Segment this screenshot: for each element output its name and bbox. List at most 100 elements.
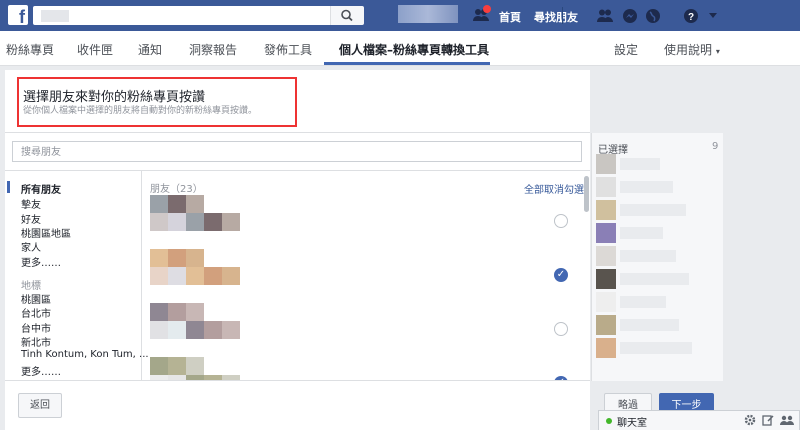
help-label: 使用說明 bbox=[664, 43, 713, 57]
online-status-dot bbox=[606, 418, 612, 424]
friend-avatar-blurred bbox=[222, 267, 240, 285]
category-place[interactable]: 新北市 bbox=[21, 334, 51, 349]
category-more[interactable]: 更多…… bbox=[21, 254, 61, 269]
svg-text:?: ? bbox=[688, 12, 694, 23]
selected-friend-avatar bbox=[596, 269, 616, 289]
tab-notifications[interactable]: 通知 bbox=[138, 41, 162, 58]
checkbox[interactable] bbox=[554, 322, 568, 336]
tab-inbox[interactable]: 收件匣 bbox=[77, 41, 113, 58]
gear-icon[interactable] bbox=[744, 414, 756, 429]
friend-avatar-blurred bbox=[168, 321, 186, 339]
friend-avatar-blurred bbox=[204, 321, 222, 339]
selected-friend-name-blurred bbox=[620, 273, 689, 285]
nav-home[interactable]: 首頁 bbox=[499, 9, 521, 25]
selected-friend-name-blurred bbox=[620, 342, 692, 354]
category-place[interactable]: 台中市 bbox=[21, 320, 51, 335]
friend-avatar-blurred bbox=[186, 321, 204, 339]
globe-icon[interactable] bbox=[645, 8, 661, 27]
friends-icon[interactable] bbox=[596, 8, 614, 26]
checkbox[interactable] bbox=[554, 214, 568, 228]
friend-avatar-blurred bbox=[168, 249, 186, 267]
category-all-friends[interactable]: 所有朋友 bbox=[21, 181, 61, 196]
tab-settings[interactable]: 設定 bbox=[614, 41, 638, 58]
friend-avatar-blurred bbox=[186, 267, 204, 285]
compose-icon[interactable] bbox=[762, 414, 774, 429]
active-tab-indicator bbox=[324, 62, 490, 65]
friend-avatar-blurred bbox=[168, 267, 186, 285]
friend-avatar-blurred bbox=[186, 195, 204, 213]
category-more[interactable]: 更多…… bbox=[21, 363, 61, 378]
notification-badge bbox=[483, 5, 491, 13]
selected-friend-name-blurred bbox=[620, 181, 673, 193]
selected-count: 9 bbox=[712, 141, 719, 152]
tab-page[interactable]: 粉絲專頁 bbox=[6, 41, 54, 58]
tab-help[interactable]: 使用說明 ▾ bbox=[664, 41, 720, 58]
category-good-friends[interactable]: 好友 bbox=[21, 211, 41, 226]
selected-friend-name-blurred bbox=[620, 158, 660, 170]
friend-avatar-blurred bbox=[186, 303, 204, 321]
tab-profile-to-page-migration[interactable]: 個人檔案–粉絲專頁轉換工具 bbox=[339, 41, 489, 58]
selected-friend-avatar bbox=[596, 292, 616, 312]
friend-avatar-blurred bbox=[186, 249, 204, 267]
nav-find-friends[interactable]: 尋找朋友 bbox=[534, 9, 578, 25]
tab-insights[interactable]: 洞察報告 bbox=[189, 41, 237, 58]
friend-avatar-blurred bbox=[168, 195, 186, 213]
friend-row[interactable]: ✓ bbox=[150, 357, 580, 380]
unselect-all-link[interactable]: 全部取消勾選 bbox=[524, 181, 584, 196]
divider bbox=[5, 170, 590, 171]
friend-avatar-blurred bbox=[168, 303, 186, 321]
group-chat-icon[interactable] bbox=[780, 414, 794, 429]
caret-down-icon[interactable] bbox=[708, 10, 718, 23]
search-query-blurred bbox=[41, 10, 69, 22]
active-category-indicator bbox=[7, 181, 10, 193]
chevron-down-icon: ▾ bbox=[715, 47, 720, 56]
friend-avatar-blurred bbox=[168, 213, 186, 231]
friend-avatar-blurred bbox=[222, 213, 240, 231]
friend-avatar-blurred bbox=[150, 357, 168, 375]
search-button[interactable] bbox=[330, 6, 364, 25]
selected-friend-name-blurred bbox=[620, 296, 666, 308]
tab-publishing-tools[interactable]: 發佈工具 bbox=[264, 41, 312, 58]
messenger-icon[interactable] bbox=[622, 8, 638, 27]
divider bbox=[5, 132, 590, 133]
selected-friend-avatar bbox=[596, 246, 616, 266]
search-icon bbox=[341, 9, 353, 22]
checkmark-icon[interactable]: ✓ bbox=[554, 268, 568, 282]
profile-shortcut[interactable] bbox=[398, 5, 458, 23]
back-button[interactable]: 返回 bbox=[18, 393, 62, 418]
chat-label: 聊天室 bbox=[617, 418, 647, 429]
friend-avatar-blurred bbox=[168, 357, 186, 375]
category-place[interactable]: Tinh Kontum, Kon Tum, ... bbox=[21, 349, 149, 360]
divider bbox=[5, 380, 590, 381]
friends-count-label: 朋友（23） bbox=[150, 184, 203, 195]
selected-friend-avatar bbox=[596, 315, 616, 335]
friend-avatar-blurred bbox=[150, 249, 168, 267]
selected-friend-name-blurred bbox=[620, 250, 676, 262]
category-family[interactable]: 家人 bbox=[21, 239, 41, 254]
friend-row[interactable] bbox=[150, 303, 580, 339]
selected-friend-avatar bbox=[596, 177, 616, 197]
category-place[interactable]: 桃園區 bbox=[21, 291, 51, 306]
category-place[interactable]: 台北市 bbox=[21, 305, 51, 320]
friend-avatar-blurred bbox=[150, 321, 168, 339]
selected-friend-name-blurred bbox=[620, 227, 663, 239]
friend-row[interactable] bbox=[150, 195, 580, 231]
selected-friend-avatar bbox=[596, 154, 616, 174]
friend-row[interactable]: ✓ bbox=[150, 249, 580, 285]
selected-friend-name-blurred bbox=[620, 319, 679, 331]
friend-avatar-blurred bbox=[204, 213, 222, 231]
facebook-logo[interactable]: f bbox=[8, 5, 28, 25]
global-search-input[interactable] bbox=[33, 6, 363, 25]
category-group-title: 地標 bbox=[21, 281, 41, 292]
friend-search-input[interactable] bbox=[19, 143, 563, 162]
category-area[interactable]: 桃園區地區 bbox=[21, 225, 71, 240]
category-close-friends[interactable]: 摯友 bbox=[21, 196, 41, 211]
friend-avatar-blurred bbox=[150, 213, 168, 231]
friend-avatar-blurred bbox=[150, 195, 168, 213]
help-icon[interactable]: ? bbox=[683, 8, 699, 27]
selected-friend-avatar bbox=[596, 338, 616, 358]
scrollbar[interactable] bbox=[584, 176, 589, 212]
friend-avatar-blurred bbox=[186, 213, 204, 231]
friend-avatar-blurred bbox=[186, 357, 204, 375]
friend-search-field[interactable] bbox=[12, 141, 582, 162]
